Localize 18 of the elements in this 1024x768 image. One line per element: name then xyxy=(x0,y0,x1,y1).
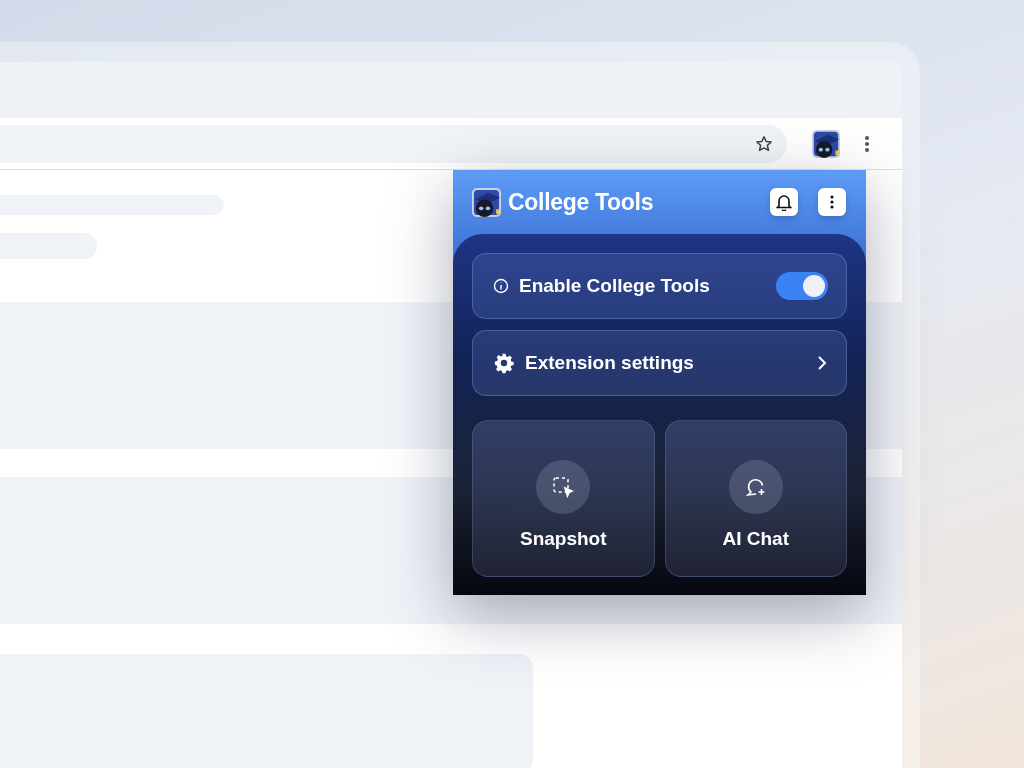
bell-icon xyxy=(776,193,792,211)
action-tile[interactable]: Snapshot xyxy=(472,420,655,577)
more-icon xyxy=(830,195,834,209)
star-icon[interactable] xyxy=(755,134,773,153)
gear-icon xyxy=(493,352,515,374)
notifications-button[interactable] xyxy=(770,188,798,216)
dashed-select-icon xyxy=(552,475,575,498)
toggle-label: Enable College Tools xyxy=(519,275,711,297)
chevron-right-icon xyxy=(816,355,828,371)
more-button[interactable] xyxy=(818,188,846,216)
extension-icon xyxy=(811,128,841,159)
more-icon[interactable] xyxy=(865,135,869,152)
enable-switch[interactable] xyxy=(776,272,828,300)
popup-title: College Tools xyxy=(508,188,655,216)
action-tile[interactable]: AI Chat xyxy=(664,420,847,577)
info-icon xyxy=(493,278,509,294)
logo-icon xyxy=(471,186,502,218)
settings-button[interactable]: Extension settings xyxy=(472,330,847,396)
